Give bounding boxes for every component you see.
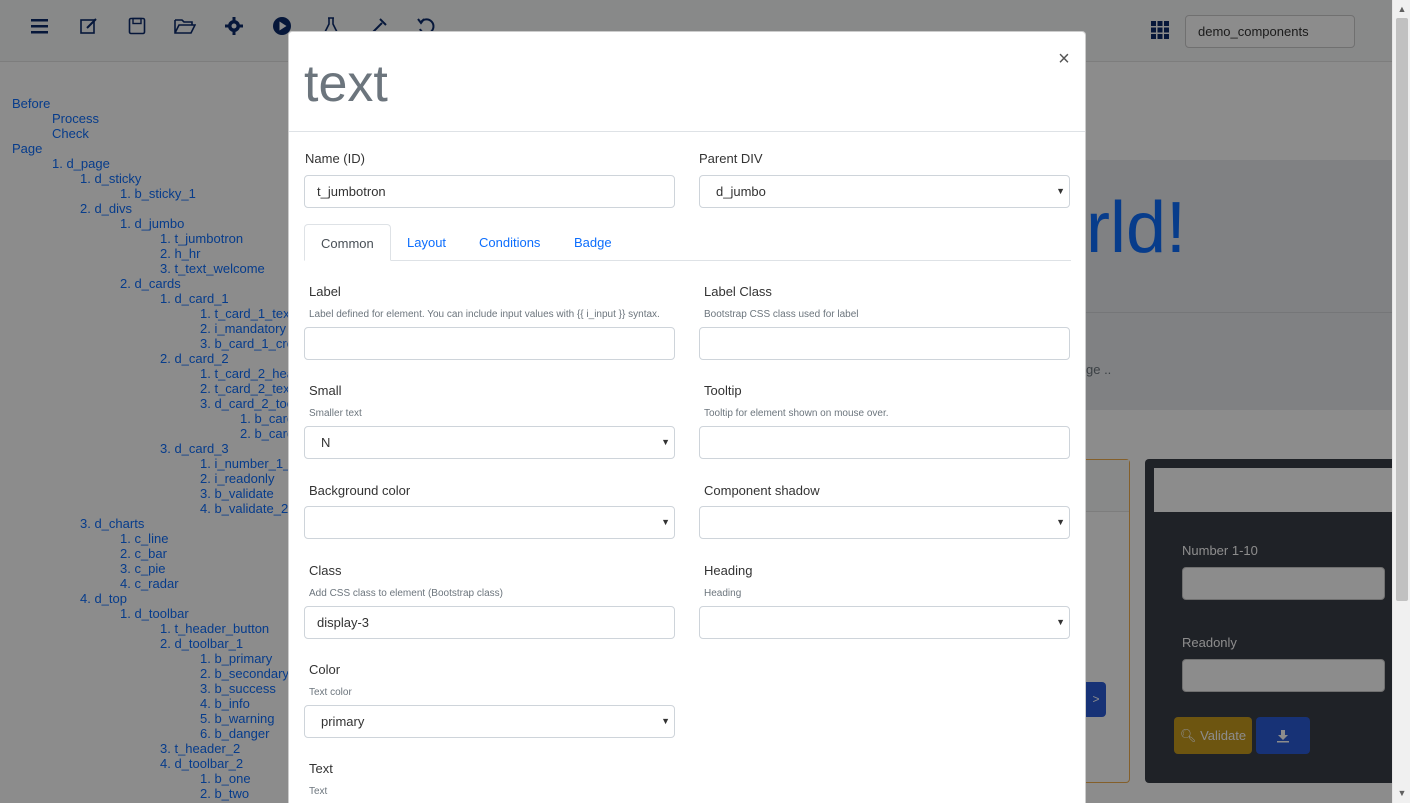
- text-help: Text: [309, 786, 328, 797]
- scroll-thumb[interactable]: [1396, 18, 1408, 601]
- heading-select[interactable]: ▼: [699, 606, 1070, 639]
- tooltip-title: Tooltip: [704, 383, 742, 398]
- label-class-title: Label Class: [704, 284, 772, 299]
- tab-common[interactable]: Common: [304, 224, 391, 261]
- name-id-input[interactable]: t_jumbotron: [304, 175, 675, 208]
- name-id-label: Name (ID): [305, 151, 365, 166]
- tooltip-input[interactable]: [699, 426, 1070, 459]
- caret-down-icon: ▼: [1056, 617, 1065, 627]
- parent-div-value: d_jumbo: [716, 184, 766, 199]
- background-color-select[interactable]: ▼: [304, 506, 675, 539]
- color-select[interactable]: primary ▼: [304, 705, 675, 738]
- heading-help: Heading: [704, 588, 742, 599]
- caret-down-icon: ▼: [1056, 517, 1065, 527]
- modal-header: text ×: [289, 32, 1085, 132]
- class-title: Class: [309, 563, 342, 578]
- class-help: Add CSS class to element (Bootstrap clas…: [309, 588, 503, 599]
- parent-div-label: Parent DIV: [699, 151, 763, 166]
- caret-down-icon: ▼: [1056, 186, 1065, 196]
- caret-down-icon: ▼: [661, 437, 670, 447]
- component-shadow-title: Component shadow: [704, 483, 820, 498]
- close-icon[interactable]: ×: [1056, 48, 1072, 70]
- heading-title: Heading: [704, 563, 753, 578]
- label-class-input[interactable]: [699, 327, 1070, 360]
- tab-badge[interactable]: Badge: [558, 224, 628, 261]
- label-class-help: Bootstrap CSS class used for label: [704, 309, 859, 320]
- caret-down-icon: ▼: [661, 716, 670, 726]
- modal-tabs: Common Layout Conditions Badge: [304, 224, 1071, 261]
- component-shadow-select[interactable]: ▼: [699, 506, 1070, 539]
- modal-title: text: [304, 55, 388, 113]
- tab-conditions[interactable]: Conditions: [463, 224, 556, 261]
- tab-layout[interactable]: Layout: [391, 224, 462, 261]
- small-title: Small: [309, 383, 342, 398]
- color-help: Text color: [309, 687, 352, 698]
- label-input[interactable]: [304, 327, 675, 360]
- element-edit-modal: text × Name (ID) t_jumbotron Parent DIV …: [288, 31, 1086, 803]
- caret-down-icon: ▼: [661, 517, 670, 527]
- background-color-title: Background color: [309, 483, 411, 498]
- page-scrollbar[interactable]: ▲ ▼: [1392, 0, 1410, 803]
- text-title: Text: [309, 761, 333, 776]
- color-value: primary: [321, 714, 365, 729]
- small-value: N: [321, 435, 331, 450]
- label-field-title: Label: [309, 284, 341, 299]
- small-help: Smaller text: [309, 408, 362, 419]
- color-title: Color: [309, 662, 341, 677]
- scroll-up-icon[interactable]: ▲: [1397, 4, 1407, 14]
- tooltip-help: Tooltip for element shown on mouse over.: [704, 408, 889, 419]
- parent-div-select[interactable]: d_jumbo ▼: [699, 175, 1070, 208]
- label-field-help: Label defined for element. You can inclu…: [309, 309, 660, 320]
- scroll-down-icon[interactable]: ▼: [1397, 788, 1407, 798]
- class-input[interactable]: display-3: [304, 606, 675, 639]
- small-select[interactable]: N ▼: [304, 426, 675, 459]
